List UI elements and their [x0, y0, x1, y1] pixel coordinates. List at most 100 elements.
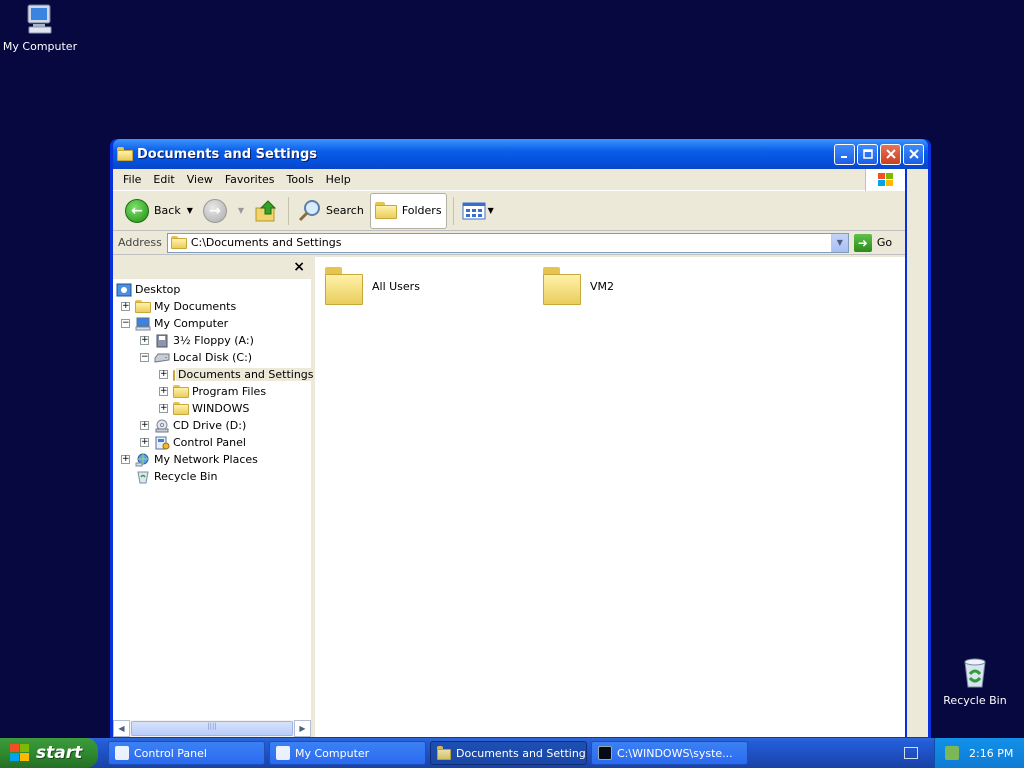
windows-flag-icon [10, 744, 30, 762]
views-button[interactable]: ▼ [458, 198, 498, 224]
tree-item-program-files[interactable]: + Program Files [113, 383, 311, 400]
folders-pane-header: × [113, 257, 311, 279]
tree-item-control-panel[interactable]: + Control Panel [113, 434, 311, 451]
taskbar-item-my-computer[interactable]: My Computer [269, 741, 426, 765]
disk-icon [154, 351, 170, 365]
folder-icon [374, 201, 397, 220]
menu-file[interactable]: File [117, 171, 147, 188]
folder-item-label: VM2 [590, 279, 615, 293]
folder-icon [173, 401, 189, 416]
views-icon [462, 202, 486, 219]
my-documents-icon [135, 299, 151, 314]
close-pane-button[interactable]: × [293, 259, 305, 275]
close-button[interactable] [880, 143, 901, 165]
close-icon [885, 149, 896, 159]
folder-icon [117, 147, 133, 161]
scroll-right-button[interactable]: ▶ [294, 720, 311, 737]
explorer-panes: × Desktop + My Documents − My Computer +… [113, 257, 905, 737]
content-pane: All Users VM2 [315, 257, 905, 737]
expand-button[interactable]: + [159, 370, 168, 379]
explorer-window: Documents and Settings File Edit View Fa… [110, 139, 931, 740]
maximize-button[interactable] [857, 143, 878, 165]
close-button-ghost[interactable] [903, 143, 924, 165]
control-panel-icon [115, 746, 129, 760]
address-dropdown-button[interactable]: ▼ [830, 233, 848, 252]
expand-button[interactable]: + [140, 336, 149, 345]
recycle-bin-icon [958, 656, 992, 690]
expand-button[interactable]: + [159, 404, 168, 413]
tree-item-my-documents[interactable]: + My Documents [113, 298, 311, 315]
folder-item-vm2[interactable]: VM2 [543, 267, 614, 305]
window-client-area: File Edit View Favorites Tools Help ← Ba… [113, 169, 905, 737]
horizontal-scrollbar[interactable]: ◀ |||| ▶ [113, 720, 311, 737]
window-title: Documents and Settings [137, 146, 318, 162]
back-button[interactable]: ← Back ▼ [121, 196, 197, 226]
tree-item-documents-and-settings[interactable]: + Documents and Settings [113, 366, 316, 383]
system-tray: 2:16 PM [934, 738, 1024, 768]
tree-item-cd-drive[interactable]: + CD Drive (D:) [113, 417, 311, 434]
forward-button[interactable]: → ▼ [199, 196, 248, 226]
folder-item-label: All Users [372, 279, 420, 293]
taskbar-item-command-prompt[interactable]: C:\WINDOWS\syste... [591, 741, 748, 765]
expand-button[interactable]: + [140, 438, 149, 447]
folders-button[interactable]: Folders [369, 192, 447, 229]
windows-logo-icon [865, 169, 905, 191]
back-label: Back [154, 204, 181, 217]
close-icon [908, 149, 919, 159]
menu-tools[interactable]: Tools [281, 171, 320, 188]
chevron-down-icon[interactable]: ▼ [488, 206, 494, 215]
taskbar-item-control-panel[interactable]: Control Panel [108, 741, 265, 765]
scroll-left-button[interactable]: ◀ [113, 720, 130, 737]
go-button[interactable]: ➜ Go [853, 233, 892, 252]
taskbar-item-documents-and-settings[interactable]: Documents and Settings [430, 741, 587, 765]
minimize-button[interactable] [834, 143, 855, 165]
expand-button[interactable]: + [121, 455, 130, 464]
desktop-icon-recycle-bin[interactable]: Recycle Bin [935, 656, 1015, 707]
up-button[interactable] [250, 196, 282, 226]
expand-button[interactable]: + [140, 421, 149, 430]
folder-icon [170, 236, 187, 249]
search-button[interactable]: Search [293, 196, 368, 226]
expander-placeholder [121, 472, 130, 481]
collapse-button[interactable]: − [121, 319, 130, 328]
tree-item-recycle-bin[interactable]: Recycle Bin [113, 468, 311, 485]
tree-item-windows[interactable]: + WINDOWS [113, 400, 311, 417]
tree-item-my-network-places[interactable]: + My Network Places [113, 451, 311, 468]
forward-arrow-icon: → [202, 198, 227, 223]
tree-item-local-disk[interactable]: − Local Disk (C:) [113, 349, 311, 366]
title-bar[interactable]: Documents and Settings [113, 139, 928, 169]
tree-item-desktop[interactable]: Desktop [113, 281, 311, 298]
menu-help[interactable]: Help [320, 171, 357, 188]
collapse-button[interactable]: − [140, 353, 149, 362]
expand-button[interactable]: + [159, 387, 168, 396]
scroll-track[interactable]: |||| [130, 720, 294, 737]
back-arrow-icon: ← [125, 198, 149, 223]
folder-item-all-users[interactable]: All Users [325, 267, 420, 305]
menu-edit[interactable]: Edit [147, 171, 180, 188]
start-label: start [36, 743, 83, 763]
desktop-icon-my-computer[interactable]: My Computer [0, 2, 80, 53]
tree-item-floppy[interactable]: + 3½ Floppy (A:) [113, 332, 311, 349]
chevron-down-icon[interactable]: ▼ [238, 206, 244, 215]
address-label: Address [118, 236, 162, 249]
menu-view[interactable]: View [181, 171, 219, 188]
clock[interactable]: 2:16 PM [969, 747, 1013, 760]
address-value: C:\Documents and Settings [190, 236, 342, 249]
search-icon [298, 199, 321, 221]
folder-icon [543, 267, 581, 305]
folders-label: Folders [401, 204, 442, 217]
expand-button[interactable]: + [121, 302, 130, 311]
keyboard-icon[interactable] [904, 747, 918, 759]
start-button[interactable]: start [0, 738, 98, 768]
recycle-bin-icon [135, 470, 151, 484]
folder-icon [173, 384, 189, 399]
toolbar-separator [452, 196, 454, 225]
folder-icon [325, 267, 363, 305]
tree-item-my-computer[interactable]: − My Computer [113, 315, 311, 332]
network-tray-icon[interactable] [945, 746, 959, 760]
chevron-down-icon[interactable]: ▼ [187, 206, 193, 215]
scroll-thumb[interactable]: |||| [131, 721, 293, 736]
search-label: Search [326, 204, 364, 217]
menu-favorites[interactable]: Favorites [219, 171, 281, 188]
address-input[interactable]: C:\Documents and Settings ▼ [166, 232, 849, 253]
